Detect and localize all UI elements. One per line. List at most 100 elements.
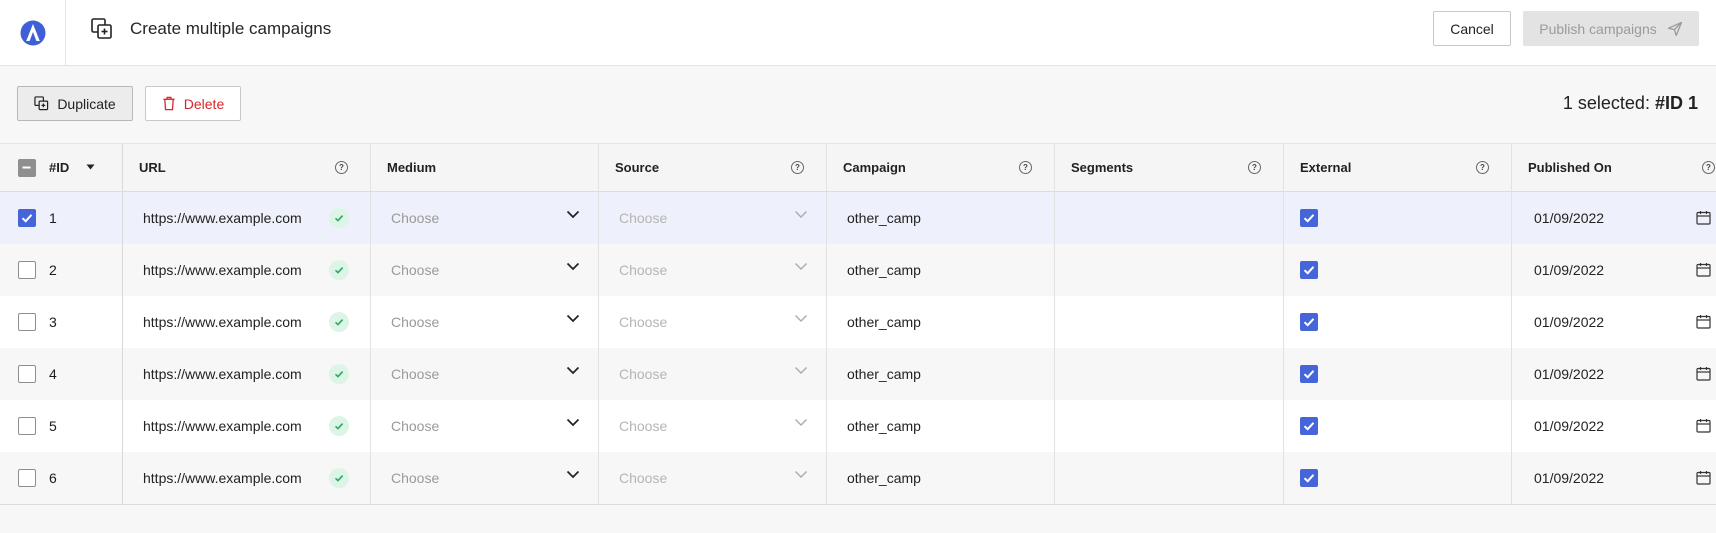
medium-select[interactable]: Choose [391,262,439,278]
cell-external[interactable] [1284,452,1512,504]
cell-campaign[interactable]: other_camp [827,192,1055,244]
cell-external[interactable] [1284,348,1512,400]
chevron-down-icon[interactable] [566,418,580,427]
cell-published-on[interactable]: 01/09/2022 [1512,452,1716,504]
cell-medium[interactable]: Choose [371,296,599,348]
external-checkbox[interactable] [1300,261,1318,279]
source-select[interactable]: Choose [619,210,667,226]
caret-down-icon[interactable] [86,164,95,170]
cell-segments[interactable] [1055,192,1284,244]
cell-url[interactable]: https://www.example.com [123,192,371,244]
cell-medium[interactable]: Choose [371,244,599,296]
cell-medium[interactable]: Choose [371,400,599,452]
cell-campaign[interactable]: other_camp [827,296,1055,348]
cell-campaign[interactable]: other_camp [827,244,1055,296]
external-checkbox[interactable] [1300,365,1318,383]
help-icon[interactable]: ? [1248,161,1261,174]
publish-campaigns-button[interactable]: Publish campaigns [1523,11,1699,46]
published-date[interactable]: 01/09/2022 [1534,418,1604,434]
cell-id[interactable]: 6 [0,452,123,504]
cell-url[interactable]: https://www.example.com [123,452,371,504]
cell-published-on[interactable]: 01/09/2022 [1512,348,1716,400]
campaign-value[interactable]: other_camp [847,262,921,278]
row-select-checkbox[interactable] [18,365,36,383]
cell-url[interactable]: https://www.example.com [123,244,371,296]
chevron-down-icon[interactable] [794,210,808,219]
calendar-icon[interactable] [1696,314,1711,329]
cell-id[interactable]: 4 [0,348,123,400]
external-checkbox[interactable] [1300,469,1318,487]
calendar-icon[interactable] [1696,418,1711,433]
cell-source[interactable]: Choose [599,296,827,348]
cell-url[interactable]: https://www.example.com [123,296,371,348]
help-icon[interactable]: ? [335,161,348,174]
cell-published-on[interactable]: 01/09/2022 [1512,296,1716,348]
cell-source[interactable]: Choose [599,400,827,452]
chevron-down-icon[interactable] [566,470,580,479]
cell-published-on[interactable]: 01/09/2022 [1512,192,1716,244]
cell-external[interactable] [1284,192,1512,244]
published-date[interactable]: 01/09/2022 [1534,210,1604,226]
medium-select[interactable]: Choose [391,418,439,434]
cell-campaign[interactable]: other_camp [827,452,1055,504]
chevron-down-icon[interactable] [794,262,808,271]
url-value[interactable]: https://www.example.com [143,210,302,226]
table-row[interactable]: 6 https://www.example.com Choose Choose othe… [0,452,1716,504]
row-select-checkbox[interactable] [18,417,36,435]
chevron-down-icon[interactable] [794,470,808,479]
calendar-icon[interactable] [1696,210,1711,225]
duplicate-button[interactable]: Duplicate [17,86,133,121]
table-row[interactable]: 1 https://www.example.com Choose Choose othe… [0,192,1716,244]
url-value[interactable]: https://www.example.com [143,366,302,382]
cell-external[interactable] [1284,400,1512,452]
cell-segments[interactable] [1055,348,1284,400]
cell-source[interactable]: Choose [599,348,827,400]
cell-id[interactable]: 2 [0,244,123,296]
external-checkbox[interactable] [1300,313,1318,331]
url-value[interactable]: https://www.example.com [143,470,302,486]
chevron-down-icon[interactable] [794,314,808,323]
published-date[interactable]: 01/09/2022 [1534,314,1604,330]
campaign-value[interactable]: other_camp [847,418,921,434]
cell-external[interactable] [1284,296,1512,348]
external-checkbox[interactable] [1300,209,1318,227]
cell-segments[interactable] [1055,296,1284,348]
chevron-down-icon[interactable] [794,418,808,427]
cell-segments[interactable] [1055,452,1284,504]
cell-external[interactable] [1284,244,1512,296]
header-id[interactable]: #ID [0,144,123,191]
campaign-value[interactable]: other_camp [847,210,921,226]
row-select-checkbox[interactable] [18,209,36,227]
url-value[interactable]: https://www.example.com [143,262,302,278]
cell-medium[interactable]: Choose [371,452,599,504]
cell-campaign[interactable]: other_camp [827,348,1055,400]
published-date[interactable]: 01/09/2022 [1534,470,1604,486]
help-icon[interactable]: ? [1702,161,1715,174]
help-icon[interactable]: ? [1019,161,1032,174]
table-row[interactable]: 3 https://www.example.com Choose Choose othe… [0,296,1716,348]
campaign-value[interactable]: other_camp [847,366,921,382]
calendar-icon[interactable] [1696,470,1711,485]
published-date[interactable]: 01/09/2022 [1534,262,1604,278]
row-select-checkbox[interactable] [18,313,36,331]
source-select[interactable]: Choose [619,366,667,382]
cell-medium[interactable]: Choose [371,192,599,244]
url-value[interactable]: https://www.example.com [143,314,302,330]
cancel-button[interactable]: Cancel [1433,11,1511,46]
external-checkbox[interactable] [1300,417,1318,435]
table-row[interactable]: 2 https://www.example.com Choose Choose othe… [0,244,1716,296]
source-select[interactable]: Choose [619,470,667,486]
help-icon[interactable]: ? [1476,161,1489,174]
chevron-down-icon[interactable] [566,210,580,219]
cell-campaign[interactable]: other_camp [827,400,1055,452]
url-value[interactable]: https://www.example.com [143,418,302,434]
cell-source[interactable]: Choose [599,244,827,296]
cell-medium[interactable]: Choose [371,348,599,400]
source-select[interactable]: Choose [619,418,667,434]
cell-url[interactable]: https://www.example.com [123,348,371,400]
help-icon[interactable]: ? [791,161,804,174]
row-select-checkbox[interactable] [18,261,36,279]
cell-segments[interactable] [1055,400,1284,452]
chevron-down-icon[interactable] [566,314,580,323]
chevron-down-icon[interactable] [566,262,580,271]
